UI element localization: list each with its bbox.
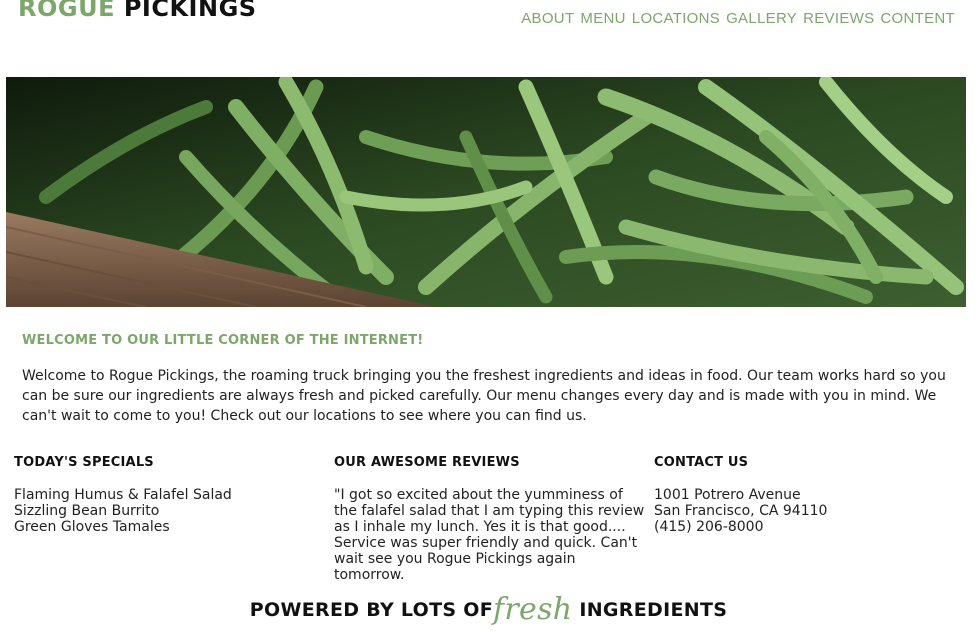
- logo-word-pickings: PICKINGS: [123, 0, 257, 22]
- welcome-heading: WELCOME TO OUR LITTLE CORNER OF THE INTE…: [22, 333, 424, 348]
- contact-phone[interactable]: (415) 206-8000: [654, 519, 954, 535]
- nav-about[interactable]: ABOUT: [521, 10, 574, 27]
- nav-reviews[interactable]: REVIEWS: [803, 10, 874, 27]
- contact-heading: CONTACT US: [654, 455, 749, 470]
- specials-section: TODAY'S SPECIALS Flaming Humus & Falafel…: [14, 455, 314, 535]
- contact-section: CONTACT US 1001 Potrero Avenue San Franc…: [654, 455, 954, 535]
- hero-image: [6, 77, 966, 307]
- tagline-part1: POWERED BY LOTS OF: [249, 599, 493, 621]
- special-item: Green Gloves Tamales: [14, 519, 170, 535]
- special-item: Sizzling Bean Burrito: [14, 503, 160, 519]
- main-nav: ABOUT MENU LOCATIONS GALLERY REVIEWS CON…: [521, 10, 955, 27]
- specials-heading: TODAY'S SPECIALS: [14, 455, 154, 470]
- logo-word-rogue: ROGUE: [18, 0, 115, 22]
- welcome-paragraph: Welcome to Rogue Pickings, the roaming t…: [22, 368, 946, 424]
- nav-menu[interactable]: MENU: [580, 10, 625, 27]
- green-beans-photo: [6, 77, 966, 307]
- tagline-fresh: fresh: [493, 592, 573, 627]
- reviews-section: OUR AWESOME REVIEWS "I got so excited ab…: [334, 455, 650, 583]
- site-logo[interactable]: ROGUE PICKINGS: [18, 0, 257, 22]
- footer-tagline: POWERED BY LOTS OFfresh INGREDIENTS: [0, 592, 977, 627]
- nav-locations[interactable]: LOCATIONS: [632, 10, 720, 27]
- tagline-part2: INGREDIENTS: [579, 599, 728, 621]
- nav-content[interactable]: CONTENT: [880, 10, 955, 27]
- nav-gallery[interactable]: GALLERY: [726, 10, 797, 27]
- contact-city: San Francisco, CA 94110: [654, 503, 828, 519]
- special-item: Flaming Humus & Falafel Salad: [14, 487, 232, 503]
- review-quote: "I got so excited about the yumminess of…: [334, 487, 645, 583]
- contact-address: 1001 Potrero Avenue: [654, 487, 801, 503]
- reviews-heading: OUR AWESOME REVIEWS: [334, 455, 520, 470]
